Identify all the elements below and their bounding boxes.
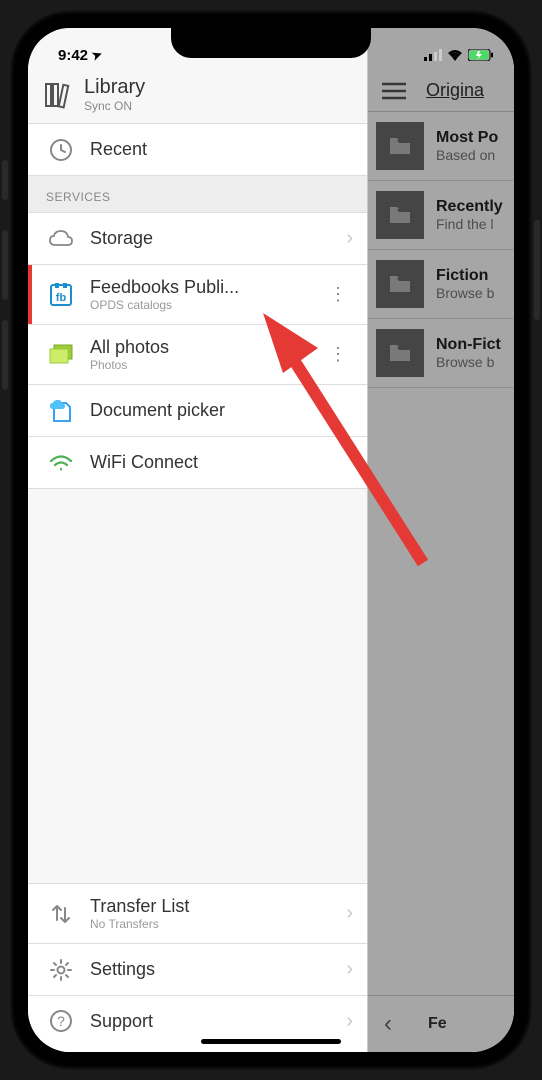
services-header: SERVICES [28,175,367,212]
svg-text:?: ? [57,1013,65,1029]
overlay-dimmer[interactable] [368,28,514,1052]
library-title: Library [84,76,145,99]
sidebar-item-recent[interactable]: Recent [28,123,367,175]
menu-label: Feedbooks Publi... [90,277,321,298]
status-time: 9:42 [58,47,88,64]
sidebar-item-feedbooks[interactable]: fb Feedbooks Publi... OPDS catalogs ⋮ [28,264,367,324]
clock-icon [48,137,74,163]
menu-label: Transfer List [90,896,338,917]
menu-sublabel: OPDS catalogs [90,298,321,312]
home-indicator[interactable] [201,1039,341,1044]
menu-label: Settings [90,959,338,980]
status-icons [424,49,494,61]
sidebar-item-document-picker[interactable]: Document picker [28,384,367,436]
sidebar-item-storage[interactable]: Storage › [28,212,367,264]
document-picker-icon [48,398,74,424]
sidebar-item-transfer-list[interactable]: Transfer List No Transfers › [28,883,367,943]
sidebar-item-settings[interactable]: Settings › [28,943,367,995]
menu-label: Recent [90,139,353,160]
chevron-right-icon: › [346,1010,353,1033]
chevron-right-icon: › [346,227,353,250]
cloud-icon [48,226,74,252]
menu-label: Document picker [90,400,353,421]
menu-label: WiFi Connect [90,452,353,473]
chevron-right-icon: › [346,958,353,981]
photos-icon [48,342,74,368]
battery-icon [468,49,494,61]
screen: 9:42 ➤ [28,28,514,1052]
bookshelf-icon [44,80,74,110]
chevron-right-icon: › [346,902,353,925]
sidebar-item-wifi-connect[interactable]: WiFi Connect [28,436,367,488]
wifi-icon [48,450,74,476]
transfer-icon [48,901,74,927]
library-header[interactable]: Library Sync ON [28,70,367,123]
gear-icon [48,957,74,983]
main-area: Origina Most Po Based on [368,28,514,1052]
svg-text:fb: fb [56,292,67,304]
menu-sublabel: No Transfers [90,917,338,931]
location-icon: ➤ [90,47,104,64]
kebab-icon[interactable]: ⋮ [321,280,353,309]
wifi-status-icon [447,49,463,61]
phone-frame: 9:42 ➤ [10,10,532,1070]
help-icon: ? [48,1008,74,1034]
notch [171,28,371,58]
library-subtitle: Sync ON [84,99,145,113]
menu-label: All photos [90,337,321,358]
menu-sublabel: Photos [90,358,321,372]
sidebar-item-all-photos[interactable]: All photos Photos ⋮ [28,324,367,384]
menu-label: Storage [90,228,338,249]
feedbooks-icon: fb [48,282,74,308]
sidebar: Library Sync ON Recent SERVICES [28,28,368,1052]
signal-icon [424,49,442,61]
kebab-icon[interactable]: ⋮ [321,340,353,369]
menu-label: Support [90,1011,338,1032]
